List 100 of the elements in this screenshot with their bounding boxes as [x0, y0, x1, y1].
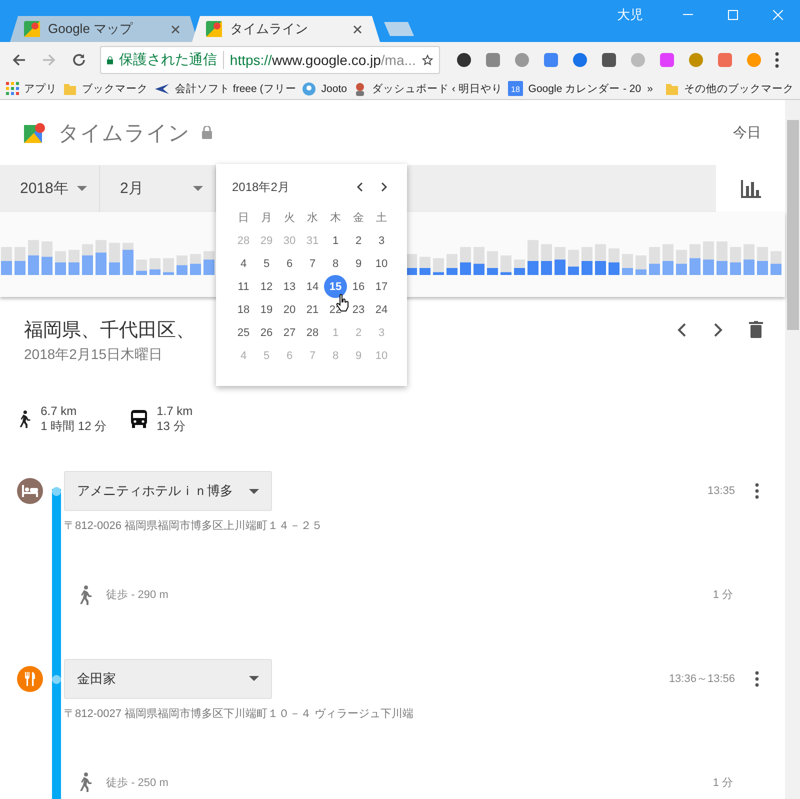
calendar-day[interactable]: 21	[301, 298, 324, 321]
calendar-day[interactable]: 26	[255, 321, 278, 344]
bus-icon	[130, 410, 147, 428]
date-text: 2018年2月15日木曜日	[24, 346, 163, 364]
folder-icon	[63, 82, 77, 96]
calendar-day[interactable]: 27	[278, 321, 301, 344]
histogram-bar	[500, 255, 512, 275]
address-text: 〒812-0026 福岡県福岡市博多区上川端町１４－２５	[64, 518, 324, 533]
calendar-day[interactable]: 18	[232, 298, 255, 321]
histogram-bar	[96, 240, 106, 275]
calendar-day[interactable]: 4	[232, 252, 255, 275]
more-options-icon[interactable]	[755, 483, 759, 499]
calendar-day[interactable]: 28	[301, 321, 324, 344]
maximize-icon[interactable]	[728, 10, 738, 20]
today-button[interactable]: 今日	[733, 124, 761, 142]
close-icon[interactable]	[353, 24, 362, 34]
histogram-bar	[14, 247, 26, 275]
histogram-bar	[622, 254, 633, 275]
calendar-day[interactable]: 9	[347, 252, 370, 275]
calendar-day[interactable]: 2	[347, 229, 370, 252]
distance-text: 1.7 km	[156, 404, 193, 419]
place-dropdown[interactable]: アメニティホテルｉｎ博多	[64, 471, 272, 511]
calendar-day[interactable]: 25	[232, 321, 255, 344]
histogram-bar	[109, 242, 120, 275]
calendar-day[interactable]: 1	[324, 229, 347, 252]
histogram-bar	[608, 248, 620, 275]
url-text: https://www.google.co.jp/ma...	[230, 52, 416, 68]
bookmark-link[interactable]: Google カレンダー - 20	[528, 82, 642, 96]
calendar-day[interactable]: 19	[255, 298, 278, 321]
place-dropdown[interactable]: 金田家	[64, 658, 272, 698]
bookmarks-overflow-button[interactable]: »	[647, 82, 653, 94]
caret-icon	[249, 676, 259, 681]
histogram-bar	[28, 240, 39, 275]
calendar-day[interactable]: 3	[370, 229, 393, 252]
next-day-button[interactable]	[713, 322, 723, 336]
minimize-icon[interactable]	[682, 14, 692, 16]
calendar-day[interactable]: 20	[278, 298, 301, 321]
calendar-day[interactable]: 10	[370, 252, 393, 275]
walking-person-icon	[78, 584, 92, 605]
duration-text: 1 時間 12 分	[40, 419, 107, 434]
histogram-bar	[541, 244, 552, 275]
calendar-day[interactable]: 17	[370, 275, 393, 298]
calendar-day[interactable]: 24	[370, 298, 393, 321]
scrollbar-thumb[interactable]	[786, 120, 798, 330]
browser-tab[interactable]: タイムライン	[192, 16, 380, 42]
calendar-day[interactable]: 12	[255, 275, 278, 298]
bookmark-link[interactable]: その他のブックマーク	[684, 82, 794, 96]
duration-text: 13 分	[156, 419, 186, 434]
bookmark-link[interactable]: アプリ	[24, 82, 57, 96]
histogram-bar	[460, 247, 471, 275]
weekday-label: 日	[237, 211, 250, 226]
calendar-day[interactable]: 23	[347, 298, 370, 321]
previous-month-button[interactable]	[356, 182, 364, 192]
activity-duration: 1 分	[712, 588, 733, 602]
walking-person-icon	[18, 410, 31, 428]
calendar-day[interactable]: 8	[324, 252, 347, 275]
calendar-day[interactable]: 11	[232, 275, 255, 298]
calendar-day[interactable]: 16	[347, 275, 370, 298]
reload-icon[interactable]	[72, 53, 86, 67]
histogram-bar	[82, 244, 93, 275]
bookmark-link[interactable]: Jooto	[321, 82, 347, 94]
close-icon[interactable]	[171, 24, 180, 34]
previous-day-button[interactable]	[677, 322, 687, 336]
map-pin-icon	[206, 21, 222, 37]
calendar-day[interactable]: 15	[324, 275, 347, 298]
day-location-title: 福岡県、千代田区、	[24, 319, 195, 343]
calendar-icon: 18	[508, 81, 524, 96]
next-month-button[interactable]	[380, 182, 388, 192]
more-options-icon[interactable]	[755, 670, 759, 686]
star-icon[interactable]	[422, 52, 433, 68]
extension-icon[interactable]	[456, 52, 472, 68]
bookmark-link[interactable]: 会計ソフト freee (フリー	[175, 82, 296, 96]
histogram-bar	[636, 255, 646, 275]
calendar-day[interactable]: 13	[278, 275, 301, 298]
histogram-bar	[770, 251, 782, 275]
calendar-day[interactable]: 7	[301, 252, 324, 275]
bookmark-link[interactable]: ダッシュボード ‹ 明日やり	[372, 82, 502, 96]
calendar-day[interactable]: 5	[255, 252, 278, 275]
delete-icon[interactable]	[749, 321, 763, 338]
back-icon[interactable]	[12, 53, 26, 67]
histogram-bar	[582, 247, 592, 275]
histogram-bar	[716, 241, 728, 275]
bookmark-link[interactable]: ブックマーク	[82, 82, 148, 96]
histogram-bar	[122, 242, 134, 275]
calendar-day[interactable]: 14	[301, 275, 324, 298]
calendar-day[interactable]: 6	[278, 252, 301, 275]
address-bar[interactable]: 保護された通信 https://www.google.co.jp/ma...	[100, 46, 440, 74]
histogram-bar	[757, 247, 768, 275]
histogram-bar	[514, 260, 525, 275]
extension-icon[interactable]	[601, 52, 617, 68]
page-title: タイムライン	[58, 120, 190, 146]
histogram-bar	[176, 255, 188, 275]
histogram-bar	[68, 250, 80, 275]
lock-icon	[202, 126, 212, 139]
histogram-bar	[433, 258, 444, 275]
menu-icon[interactable]	[775, 52, 779, 68]
weekday-label: 木	[329, 211, 342, 226]
histogram-bar	[487, 251, 498, 275]
map-pin-icon	[24, 21, 40, 37]
weekday-label: 火	[283, 211, 296, 226]
